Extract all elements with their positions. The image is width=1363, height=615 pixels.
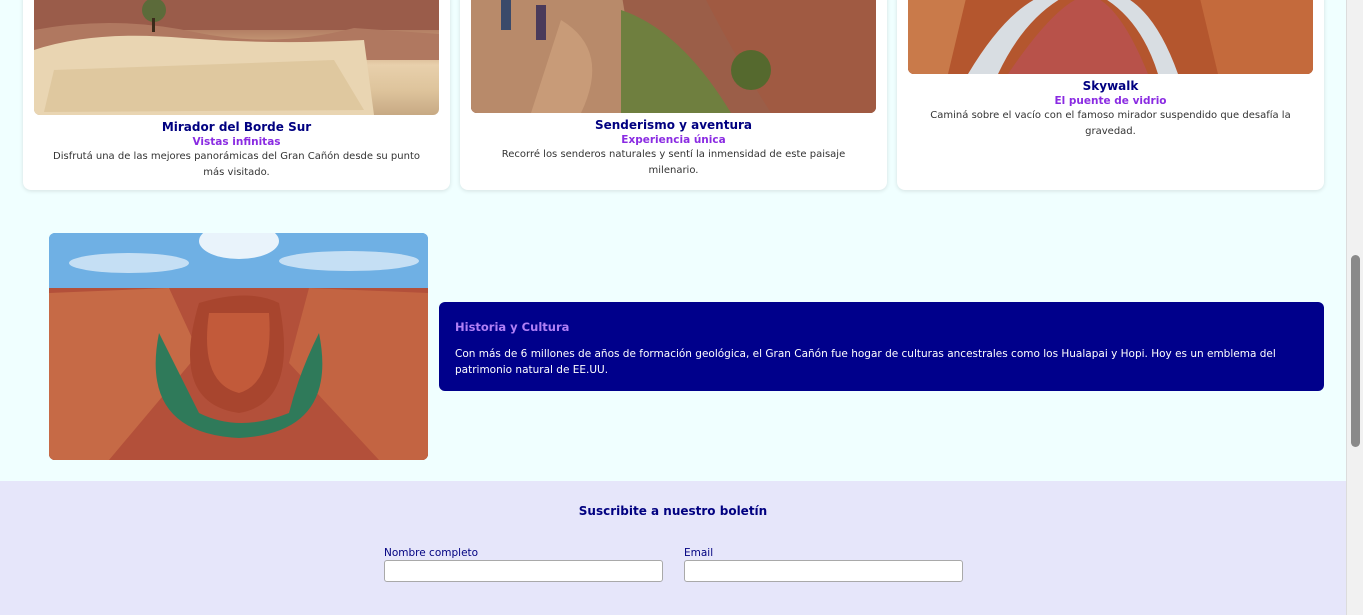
card-title: Senderismo y aventura (594, 118, 753, 132)
vertical-scrollbar[interactable] (1346, 0, 1363, 615)
history-culture-panel: Historia y Cultura Con más de 6 millones… (439, 302, 1324, 391)
card-mirador[interactable]: Mirador del Borde Sur Vistas infinitas D… (23, 0, 450, 190)
senderismo-image (471, 0, 876, 113)
card-description: Caminá sobre el vacío con el famoso mira… (930, 110, 1291, 137)
mirador-image (34, 0, 439, 115)
email-label: Email (684, 547, 714, 559)
history-text: Con más de 6 millones de años de formaci… (455, 348, 1276, 376)
card-description: Recorré los senderos naturales y sentí l… (501, 149, 846, 176)
history-title: Historia y Cultura (455, 320, 570, 334)
newsletter-section: Suscribite a nuestro boletín Nombre comp… (0, 481, 1346, 615)
full-name-label: Nombre completo (384, 547, 479, 559)
card-title: Skywalk (1082, 79, 1139, 93)
card-description: Disfrutá una de las mejores panorámicas … (53, 151, 420, 178)
card-title: Mirador del Borde Sur (161, 120, 312, 134)
card-subtitle: Experiencia única (621, 134, 726, 146)
card-skywalk[interactable]: Skywalk El puente de vidrio Caminá sobre… (897, 0, 1324, 190)
horseshoe-bend-image (49, 233, 428, 460)
newsletter-title: Suscribite a nuestro boletín (578, 504, 768, 518)
card-subtitle: El puente de vidrio (1054, 95, 1167, 107)
card-senderismo[interactable]: Senderismo y aventura Experiencia única … (460, 0, 887, 190)
card-subtitle: Vistas infinitas (192, 136, 281, 148)
page-viewport: Mirador del Borde Sur Vistas infinitas D… (0, 0, 1346, 615)
skywalk-image (908, 0, 1313, 74)
email-input[interactable] (684, 560, 963, 582)
full-name-input[interactable] (384, 560, 663, 582)
scrollbar-thumb[interactable] (1351, 255, 1360, 447)
